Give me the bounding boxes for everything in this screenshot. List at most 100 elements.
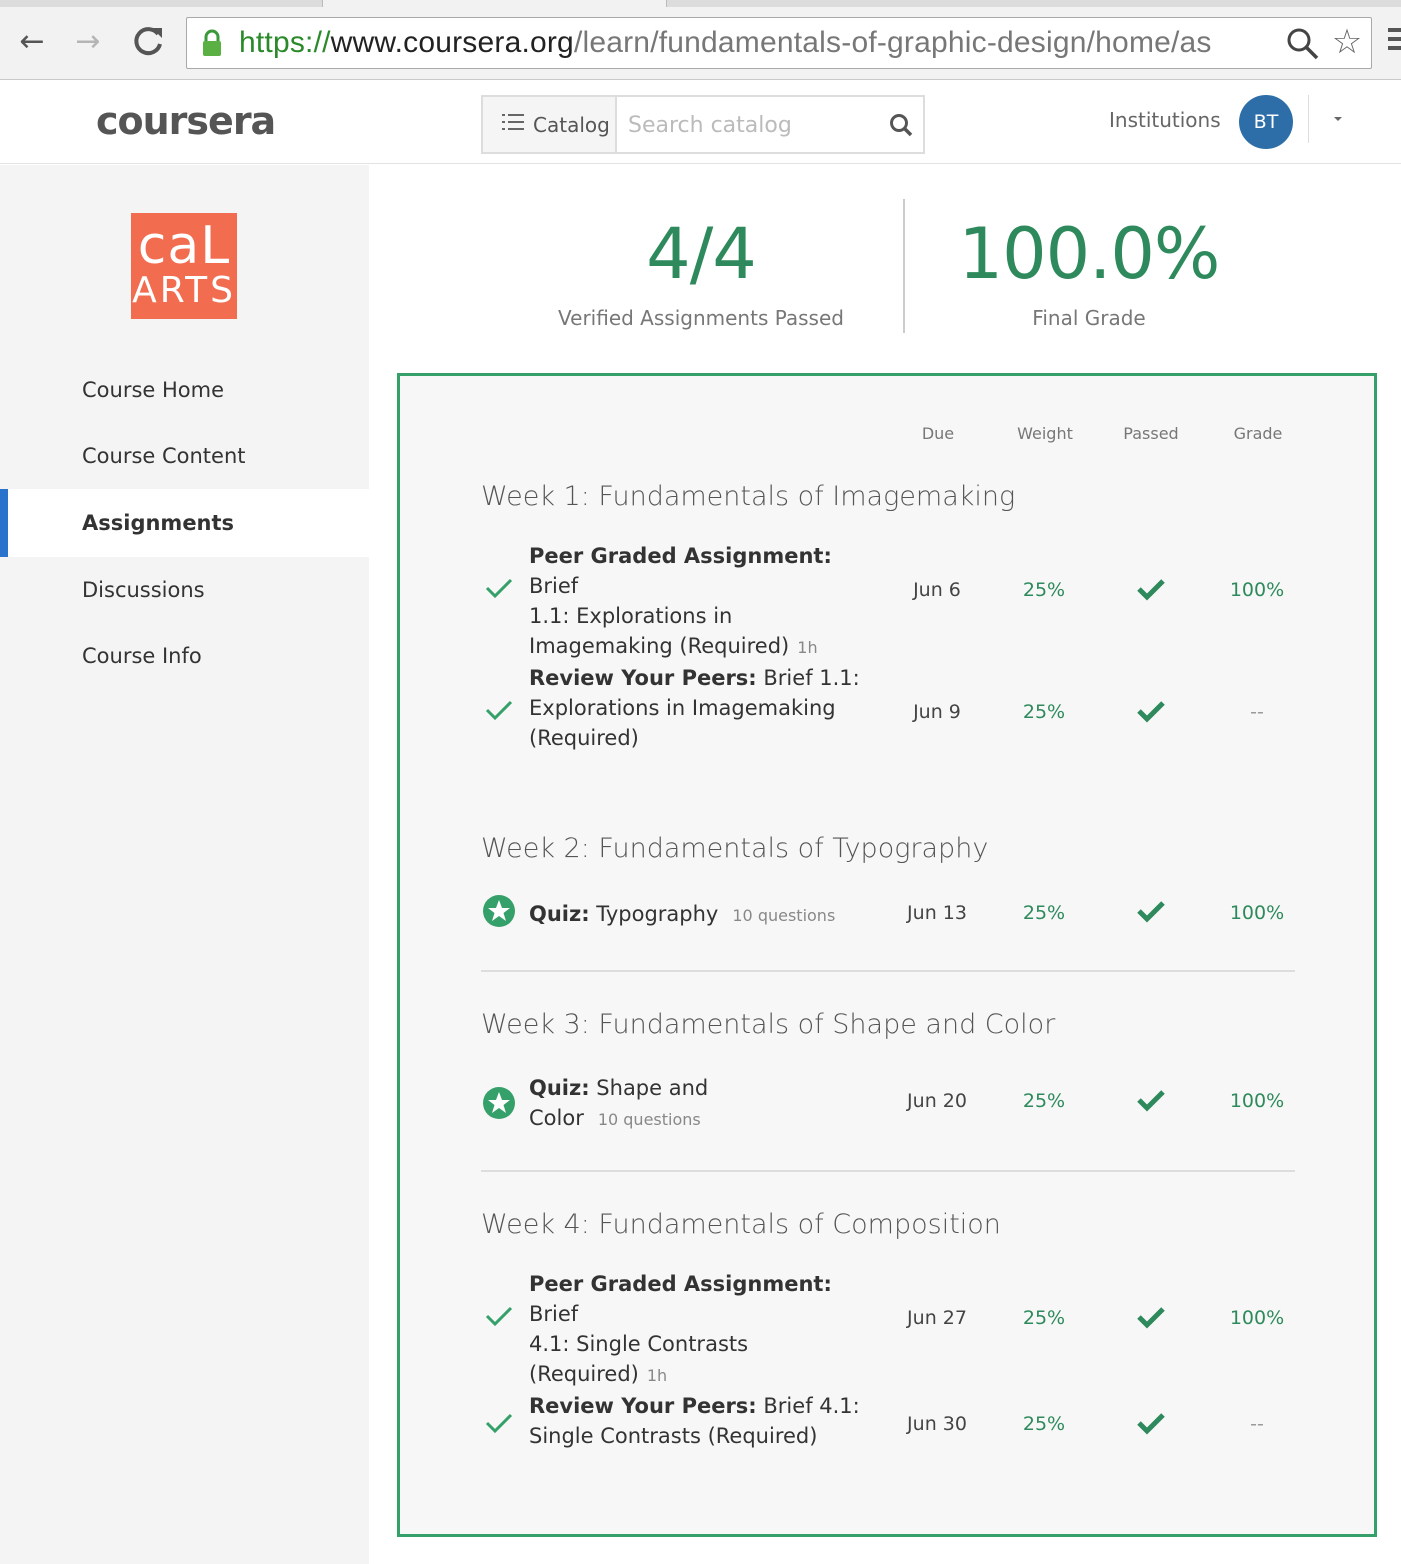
passed-check-icon (1137, 1307, 1165, 1329)
assignments-passed-value: 4/4 (646, 213, 757, 295)
week-title: Week 1: Fundamentals of Imagemaking (481, 481, 1016, 512)
column-header-weight: Weight (1017, 424, 1073, 443)
assignment-type: Peer Graded Assignment: (529, 1272, 832, 1296)
assignment-type: Review Your Peers: (529, 1394, 757, 1418)
sidebar-item-course-content[interactable]: Course Content (0, 422, 369, 490)
passed-check-icon (1137, 1413, 1165, 1435)
url-path: /learn/fundamentals-of-graphic-design/ho… (573, 26, 1212, 59)
catalog-button[interactable]: Catalog (483, 97, 617, 152)
bookmark-star-icon[interactable]: ☆ (1327, 22, 1367, 62)
passed-check-icon (1137, 701, 1165, 723)
reload-icon[interactable] (128, 22, 168, 62)
due-date: Jun 9 (913, 701, 961, 723)
calarts-logo-line2: ARTS (132, 270, 236, 311)
calarts-logo[interactable]: caL ARTS (131, 213, 237, 319)
week-divider (481, 970, 1295, 972)
assignments-panel: Due Weight Passed Grade Week 1: Fundamen… (397, 373, 1377, 1537)
checkmark-icon (485, 700, 513, 721)
grade: -- (1250, 1413, 1264, 1435)
assignment-name-part: Brief (529, 1302, 579, 1326)
tab-strip (0, 0, 1401, 7)
final-grade-label: Final Grade (1032, 306, 1146, 330)
assignment-duration: 1h (646, 1366, 668, 1385)
zoom-search-icon[interactable] (1285, 26, 1321, 62)
calarts-logo-line1: caL (137, 216, 231, 276)
passed-check-icon (1137, 901, 1165, 923)
checkmark-icon (485, 1413, 513, 1434)
assignment-title[interactable]: Quiz: Shape and Color 10 questions (529, 1073, 729, 1135)
assignment-duration: 1h (797, 638, 818, 657)
sidebar: caL ARTS Course Home Course Content Assi… (0, 165, 369, 1564)
checkmark-icon (485, 578, 513, 599)
list-icon (502, 114, 524, 132)
assignment-type: Review Your Peers: (529, 666, 757, 690)
search-input[interactable] (628, 111, 868, 139)
due-date: Jun 6 (913, 579, 961, 601)
assignment-type: Quiz: (529, 1076, 590, 1100)
url-text[interactable]: https://www.coursera.org/learn/fundament… (239, 24, 1212, 62)
week-title: Week 3: Fundamentals of Shape and Color (481, 1009, 1056, 1040)
catalog-label: Catalog (533, 113, 610, 137)
question-count: 10 questions (732, 906, 836, 925)
address-bar[interactable]: https://www.coursera.org/learn/fundament… (186, 17, 1372, 69)
sidebar-item-course-home[interactable]: Course Home (0, 356, 369, 424)
assignment-title[interactable]: Quiz: Typography 10 questions (529, 899, 889, 931)
institutions-link[interactable]: Institutions (1109, 108, 1221, 132)
assignments-passed-label: Verified Assignments Passed (558, 306, 844, 330)
checkmark-icon (485, 1306, 513, 1327)
grade: 100% (1229, 1090, 1285, 1112)
sidebar-item-assignments[interactable]: Assignments (0, 489, 369, 557)
column-header-passed: Passed (1123, 424, 1179, 443)
avatar[interactable]: BT (1239, 95, 1293, 149)
due-date: Jun 13 (907, 902, 967, 924)
quiz-star-icon (483, 895, 515, 927)
sidebar-item-course-info[interactable]: Course Info (0, 622, 369, 690)
assignment-type: Peer Graded Assignment: (529, 544, 832, 568)
summary-divider (903, 199, 905, 333)
url-host: www.coursera.org (330, 26, 574, 59)
assignment-name-rest: Single Contrasts (Required) (529, 1424, 818, 1448)
grade-summary: 4/4 Verified Assignments Passed 100.0% F… (369, 165, 1401, 370)
weight: 25% (1022, 902, 1066, 924)
passed-check-icon (1137, 579, 1165, 601)
back-arrow-icon[interactable]: ← (12, 22, 52, 62)
search-icon[interactable] (887, 111, 915, 139)
browser-toolbar: ← → https://www.coursera.org/learn/funda… (0, 0, 1401, 80)
week-title: Week 2: Fundamentals of Typography (481, 833, 989, 864)
browser-menu-icon[interactable] (1388, 28, 1401, 54)
quiz-star-icon (483, 1087, 515, 1119)
sidebar-item-discussions[interactable]: Discussions (0, 556, 369, 624)
assignment-name-part: Brief 4.1: (756, 1394, 860, 1418)
forward-arrow-icon[interactable]: → (68, 22, 108, 62)
header-divider (1308, 95, 1309, 143)
assignment-name-part: Brief 1.1: (756, 666, 860, 690)
browser-tab-active[interactable] (322, 0, 667, 7)
assignment-title[interactable]: Peer Graded Assignment: Brief 1.1: Explor… (529, 541, 869, 663)
site-header: coursera Catalog Institutions BT (0, 81, 1401, 164)
assignment-name-rest: Color (529, 1106, 584, 1130)
assignment-title[interactable]: Review Your Peers: Brief 4.1: Single Cont… (529, 1391, 869, 1451)
assignment-title[interactable]: Peer Graded Assignment: Brief 4.1: Single… (529, 1269, 869, 1391)
coursera-logo[interactable]: coursera (96, 99, 276, 143)
weight: 25% (1022, 1413, 1066, 1435)
assignment-type: Quiz: (529, 902, 590, 926)
chevron-down-icon[interactable] (1334, 117, 1342, 121)
week-title: Week 4: Fundamentals of Composition (481, 1209, 1001, 1240)
grade: -- (1250, 701, 1264, 723)
grade: 100% (1229, 579, 1285, 601)
assignment-name-rest: 1.1: Explorations in Imagemaking (Requir… (529, 604, 790, 658)
due-date: Jun 20 (907, 1090, 967, 1112)
grade: 100% (1229, 1307, 1285, 1329)
question-count: 10 questions (597, 1110, 701, 1129)
weight: 25% (1022, 1090, 1066, 1112)
weight: 25% (1022, 579, 1066, 601)
final-grade-value: 100.0% (958, 213, 1221, 295)
catalog-search-group: Catalog (481, 95, 925, 154)
passed-check-icon (1137, 1090, 1165, 1112)
assignment-title[interactable]: Review Your Peers: Brief 1.1: Exploration… (529, 663, 869, 753)
weight: 25% (1022, 701, 1066, 723)
week-divider (481, 1170, 1295, 1172)
weight: 25% (1022, 1307, 1066, 1329)
assignment-name-part: Brief (529, 574, 579, 598)
grade: 100% (1229, 902, 1285, 924)
